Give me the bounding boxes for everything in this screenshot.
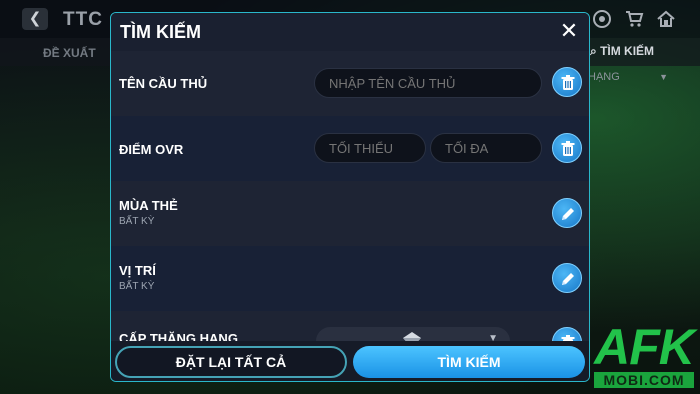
row-player-name: TÊN CẦU THỦ — [111, 51, 589, 116]
chevron-down-icon: ▼ — [659, 72, 668, 82]
app-title: TTC — [63, 9, 103, 30]
trash-icon — [561, 75, 575, 90]
tab-search[interactable]: ⌕ TÌM KIẾM — [590, 44, 654, 59]
search-icon: ⌕ — [590, 44, 601, 58]
sort-label: HẠNG — [588, 71, 620, 83]
row-ovr: ĐIỂM OVR — [111, 116, 589, 181]
row-label: TÊN CẦU THỦ — [119, 76, 208, 91]
watermark-main: AFK — [594, 319, 695, 375]
tab-search-label: TÌM KIẾM — [600, 44, 655, 58]
back-arrow-icon[interactable]: ❮ — [22, 8, 48, 30]
watermark-logo: AFK MOBI.COM — [594, 319, 695, 390]
ovr-max-input[interactable] — [430, 133, 542, 163]
pencil-icon — [562, 208, 574, 220]
row-label: ĐIỂM OVR — [119, 142, 184, 157]
trash-icon — [561, 141, 575, 156]
modal-header: TÌM KIẾM ✕ — [111, 13, 589, 51]
home-icon[interactable] — [656, 9, 676, 29]
modal-footer: ĐẶT LẠI TẤT CẢ TÌM KIẾM — [111, 341, 589, 381]
row-position: VỊ TRÍ BẤT KỲ — [111, 246, 589, 311]
modal-title: TÌM KIẾM — [120, 22, 201, 42]
tab-recommended[interactable]: ĐỀ XUẤT — [43, 46, 96, 60]
row-value: BẤT KỲ — [119, 216, 155, 227]
clear-player-name-button[interactable] — [552, 67, 582, 97]
sort-dropdown[interactable]: HẠNG ▼ — [588, 71, 674, 89]
player-name-input[interactable] — [314, 68, 542, 98]
edit-season-button[interactable] — [552, 198, 582, 228]
cart-icon[interactable] — [624, 9, 644, 29]
row-label: VỊ TRÍ — [119, 263, 156, 278]
close-icon[interactable]: ✕ — [559, 20, 579, 42]
ovr-min-input[interactable] — [314, 133, 426, 163]
row-label: MÙA THẺ — [119, 198, 178, 213]
search-button[interactable]: TÌM KIẾM — [353, 346, 585, 378]
search-modal: TÌM KIẾM ✕ TÊN CẦU THỦ ĐIỂM OVR MÙA THẺ … — [110, 12, 590, 382]
row-season: MÙA THẺ BẤT KỲ — [111, 181, 589, 246]
row-value: BẤT KỲ — [119, 281, 155, 292]
pencil-icon — [562, 273, 574, 285]
clear-ovr-button[interactable] — [552, 133, 582, 163]
reset-all-button[interactable]: ĐẶT LẠI TẤT CẢ — [115, 346, 347, 378]
watermark-sub: MOBI.COM — [594, 372, 694, 388]
edit-position-button[interactable] — [552, 263, 582, 293]
ball-icon[interactable] — [592, 9, 612, 29]
